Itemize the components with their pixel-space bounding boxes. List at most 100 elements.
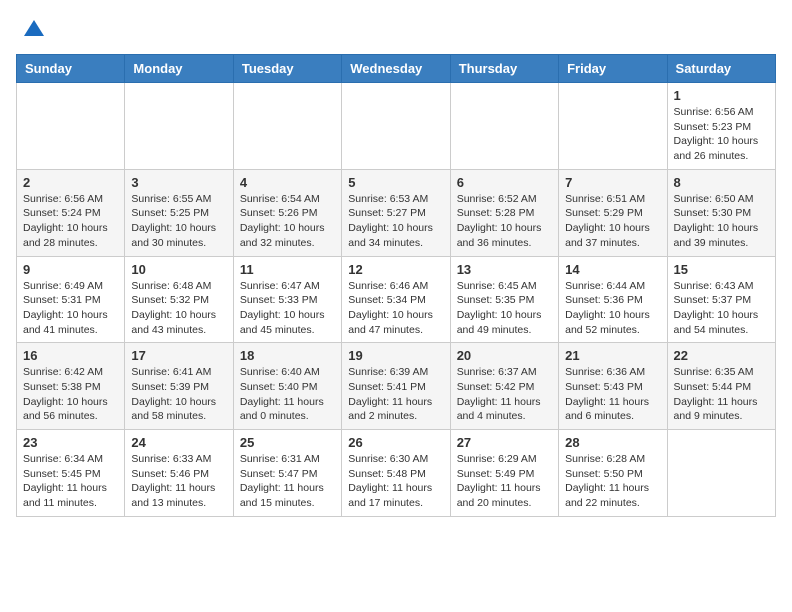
day-info: Sunrise: 6:41 AM Sunset: 5:39 PM Dayligh… — [131, 365, 226, 424]
calendar-week-row: 23 Sunrise: 6:34 AM Sunset: 5:45 PM Dayli… — [17, 430, 776, 517]
day-number: 12 — [348, 262, 443, 277]
weekday-header-wednesday: Wednesday — [342, 55, 450, 83]
day-number: 7 — [565, 175, 660, 190]
day-info: Sunrise: 6:53 AM Sunset: 5:27 PM Dayligh… — [348, 192, 443, 251]
day-number: 19 — [348, 348, 443, 363]
calendar-cell: 8Sunrise: 6:50 AM Sunset: 5:30 PM Daylig… — [667, 169, 775, 256]
calendar-cell: 21 Sunrise: 6:36 AM Sunset: 5:43 PM Dayli… — [559, 343, 667, 430]
day-number: 16 — [23, 348, 118, 363]
day-number: 15 — [674, 262, 769, 277]
day-number: 11 — [240, 262, 335, 277]
day-info: Sunrise: 6:31 AM Sunset: 5:47 PM Dayligh… — [240, 452, 335, 511]
calendar-week-row: 2Sunrise: 6:56 AM Sunset: 5:24 PM Daylig… — [17, 169, 776, 256]
day-number: 3 — [131, 175, 226, 190]
logo-icon — [20, 16, 48, 44]
calendar-cell: 4 Sunrise: 6:54 AM Sunset: 5:26 PM Daylig… — [233, 169, 341, 256]
day-number: 24 — [131, 435, 226, 450]
calendar-cell: 14 Sunrise: 6:44 AM Sunset: 5:36 PM Dayli… — [559, 256, 667, 343]
day-info: Sunrise: 6:36 AM Sunset: 5:43 PM Dayligh… — [565, 365, 660, 424]
day-info: Sunrise: 6:40 AM Sunset: 5:40 PM Dayligh… — [240, 365, 335, 424]
day-info: Sunrise: 6:28 AM Sunset: 5:50 PM Dayligh… — [565, 452, 660, 511]
day-info: Sunrise: 6:37 AM Sunset: 5:42 PM Dayligh… — [457, 365, 552, 424]
day-info: Sunrise: 6:42 AM Sunset: 5:38 PM Dayligh… — [23, 365, 118, 424]
calendar-cell: 6 Sunrise: 6:52 AM Sunset: 5:28 PM Daylig… — [450, 169, 558, 256]
calendar-cell: 10 Sunrise: 6:48 AM Sunset: 5:32 PM Dayli… — [125, 256, 233, 343]
day-number: 28 — [565, 435, 660, 450]
day-info: Sunrise: 6:39 AM Sunset: 5:41 PM Dayligh… — [348, 365, 443, 424]
calendar-cell: 27 Sunrise: 6:29 AM Sunset: 5:49 PM Dayli… — [450, 430, 558, 517]
day-number: 26 — [348, 435, 443, 450]
calendar-cell: 24 Sunrise: 6:33 AM Sunset: 5:46 PM Dayli… — [125, 430, 233, 517]
calendar-cell — [233, 83, 341, 170]
day-info: Sunrise: 6:44 AM Sunset: 5:36 PM Dayligh… — [565, 279, 660, 338]
day-number: 23 — [23, 435, 118, 450]
day-number: 27 — [457, 435, 552, 450]
day-number: 25 — [240, 435, 335, 450]
weekday-header-friday: Friday — [559, 55, 667, 83]
day-info: Sunrise: 6:35 AM Sunset: 5:44 PM Dayligh… — [674, 365, 769, 424]
day-number: 1 — [674, 88, 769, 103]
calendar-cell: 26 Sunrise: 6:30 AM Sunset: 5:48 PM Dayli… — [342, 430, 450, 517]
calendar-cell — [17, 83, 125, 170]
calendar-cell: 17 Sunrise: 6:41 AM Sunset: 5:39 PM Dayli… — [125, 343, 233, 430]
day-number: 13 — [457, 262, 552, 277]
calendar-cell: 19 Sunrise: 6:39 AM Sunset: 5:41 PM Dayli… — [342, 343, 450, 430]
day-info: Sunrise: 6:30 AM Sunset: 5:48 PM Dayligh… — [348, 452, 443, 511]
day-number: 20 — [457, 348, 552, 363]
calendar-cell: 3 Sunrise: 6:55 AM Sunset: 5:25 PM Daylig… — [125, 169, 233, 256]
calendar-cell: 2Sunrise: 6:56 AM Sunset: 5:24 PM Daylig… — [17, 169, 125, 256]
calendar-cell: 16 Sunrise: 6:42 AM Sunset: 5:38 PM Dayli… — [17, 343, 125, 430]
day-info: Sunrise: 6:52 AM Sunset: 5:28 PM Dayligh… — [457, 192, 552, 251]
day-info: Sunrise: 6:33 AM Sunset: 5:46 PM Dayligh… — [131, 452, 226, 511]
calendar-cell: 11Sunrise: 6:47 AM Sunset: 5:33 PM Dayli… — [233, 256, 341, 343]
calendar-week-row: 16 Sunrise: 6:42 AM Sunset: 5:38 PM Dayli… — [17, 343, 776, 430]
day-number: 5 — [348, 175, 443, 190]
day-info: Sunrise: 6:56 AM Sunset: 5:23 PM Dayligh… — [674, 105, 769, 164]
calendar-cell: 12 Sunrise: 6:46 AM Sunset: 5:34 PM Dayli… — [342, 256, 450, 343]
day-number: 8 — [674, 175, 769, 190]
calendar-cell — [559, 83, 667, 170]
calendar-cell: 5 Sunrise: 6:53 AM Sunset: 5:27 PM Daylig… — [342, 169, 450, 256]
day-info: Sunrise: 6:56 AM Sunset: 5:24 PM Dayligh… — [23, 192, 118, 251]
day-info: Sunrise: 6:54 AM Sunset: 5:26 PM Dayligh… — [240, 192, 335, 251]
calendar-cell: 7 Sunrise: 6:51 AM Sunset: 5:29 PM Daylig… — [559, 169, 667, 256]
day-info: Sunrise: 6:46 AM Sunset: 5:34 PM Dayligh… — [348, 279, 443, 338]
calendar-week-row: 1 Sunrise: 6:56 AM Sunset: 5:23 PM Daylig… — [17, 83, 776, 170]
calendar-cell: 20 Sunrise: 6:37 AM Sunset: 5:42 PM Dayli… — [450, 343, 558, 430]
calendar-week-row: 9 Sunrise: 6:49 AM Sunset: 5:31 PM Daylig… — [17, 256, 776, 343]
day-info: Sunrise: 6:34 AM Sunset: 5:45 PM Dayligh… — [23, 452, 118, 511]
calendar-cell: 18 Sunrise: 6:40 AM Sunset: 5:40 PM Dayli… — [233, 343, 341, 430]
calendar-cell: 9 Sunrise: 6:49 AM Sunset: 5:31 PM Daylig… — [17, 256, 125, 343]
day-number: 4 — [240, 175, 335, 190]
calendar-cell: 25 Sunrise: 6:31 AM Sunset: 5:47 PM Dayli… — [233, 430, 341, 517]
day-number: 10 — [131, 262, 226, 277]
day-info: Sunrise: 6:29 AM Sunset: 5:49 PM Dayligh… — [457, 452, 552, 511]
calendar-cell — [667, 430, 775, 517]
day-number: 14 — [565, 262, 660, 277]
day-info: Sunrise: 6:48 AM Sunset: 5:32 PM Dayligh… — [131, 279, 226, 338]
calendar-cell: 22 Sunrise: 6:35 AM Sunset: 5:44 PM Dayli… — [667, 343, 775, 430]
day-info: Sunrise: 6:45 AM Sunset: 5:35 PM Dayligh… — [457, 279, 552, 338]
day-number: 9 — [23, 262, 118, 277]
weekday-header-tuesday: Tuesday — [233, 55, 341, 83]
calendar-cell — [342, 83, 450, 170]
day-number: 6 — [457, 175, 552, 190]
page-header — [16, 16, 776, 44]
day-info: Sunrise: 6:55 AM Sunset: 5:25 PM Dayligh… — [131, 192, 226, 251]
day-info: Sunrise: 6:43 AM Sunset: 5:37 PM Dayligh… — [674, 279, 769, 338]
calendar-cell: 15 Sunrise: 6:43 AM Sunset: 5:37 PM Dayli… — [667, 256, 775, 343]
weekday-header-saturday: Saturday — [667, 55, 775, 83]
calendar-cell: 1 Sunrise: 6:56 AM Sunset: 5:23 PM Daylig… — [667, 83, 775, 170]
day-number: 21 — [565, 348, 660, 363]
day-number: 17 — [131, 348, 226, 363]
calendar-header-row: SundayMondayTuesdayWednesdayThursdayFrid… — [17, 55, 776, 83]
calendar-cell: 23 Sunrise: 6:34 AM Sunset: 5:45 PM Dayli… — [17, 430, 125, 517]
day-info: Sunrise: 6:51 AM Sunset: 5:29 PM Dayligh… — [565, 192, 660, 251]
weekday-header-thursday: Thursday — [450, 55, 558, 83]
weekday-header-monday: Monday — [125, 55, 233, 83]
day-number: 22 — [674, 348, 769, 363]
calendar-cell — [450, 83, 558, 170]
logo — [16, 16, 48, 44]
day-info: Sunrise: 6:49 AM Sunset: 5:31 PM Dayligh… — [23, 279, 118, 338]
day-number: 18 — [240, 348, 335, 363]
